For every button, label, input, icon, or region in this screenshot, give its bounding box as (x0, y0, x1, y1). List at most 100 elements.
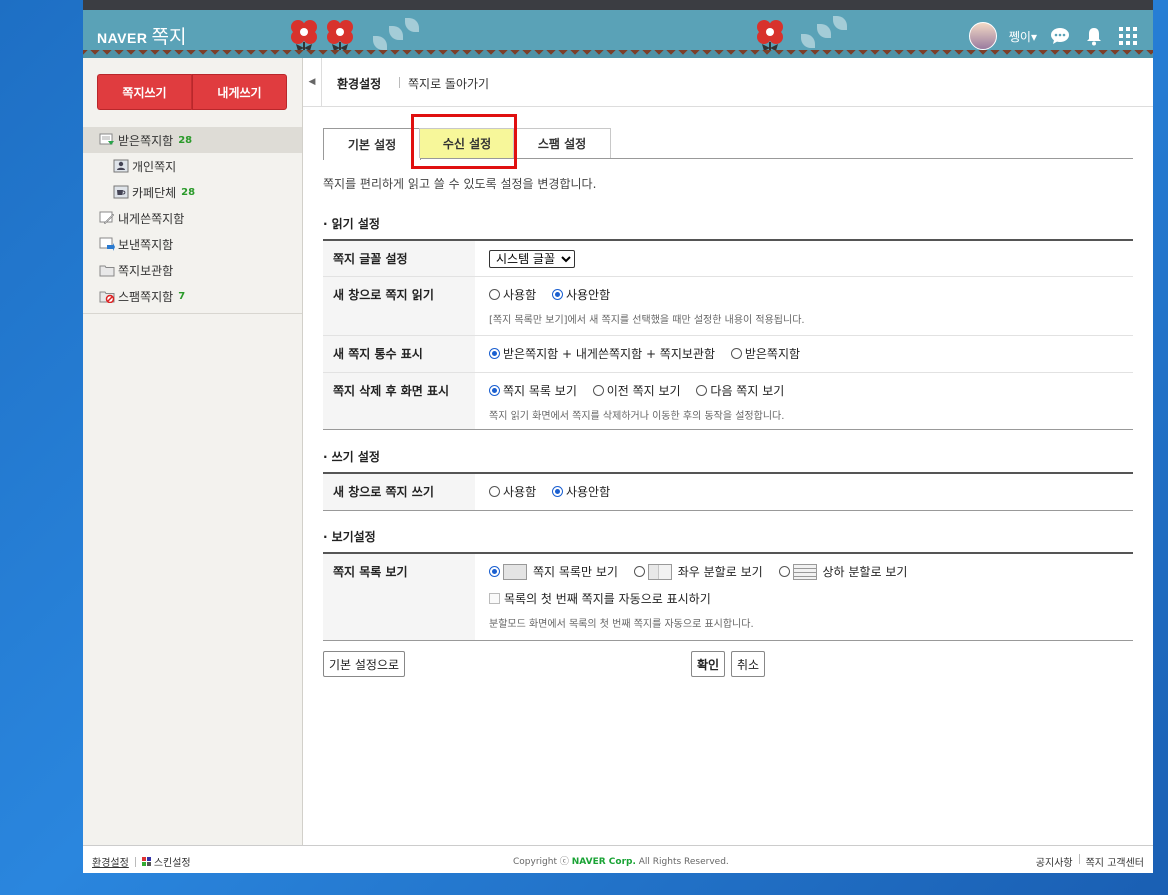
option-label: 상하 분할로 보기 (822, 565, 908, 579)
view-left-right-option[interactable]: 좌우 분할로 보기 (633, 563, 763, 580)
section-title-read: 읽기 설정 (323, 215, 380, 232)
folder-label: 스팸쪽지함 (118, 289, 174, 304)
flower-decoration-icon (327, 20, 353, 52)
setting-note: 쪽지 읽기 화면에서 쪽지를 삭제하거나 이동한 후의 동작을 설정합니다. (489, 411, 785, 422)
corp-name[interactable]: NAVER Corp. (572, 857, 636, 867)
radio-button[interactable] (730, 348, 742, 359)
checkbox[interactable] (489, 593, 500, 604)
browser-top-bar (83, 0, 1153, 10)
apps-grid-icon[interactable] (1117, 25, 1139, 47)
bell-icon[interactable] (1083, 25, 1105, 47)
chat-icon[interactable] (1049, 25, 1071, 47)
radio-button[interactable] (489, 289, 500, 300)
leaf-decoration-icon (801, 34, 815, 48)
setting-label: 새 창으로 쪽지 읽기 (323, 277, 475, 335)
naver-logo[interactable]: NAVER 쪽지 (97, 22, 186, 49)
radio-button[interactable] (489, 385, 500, 396)
flower-decoration-icon (291, 20, 317, 52)
radio-button[interactable] (592, 385, 604, 396)
reset-default-button[interactable]: 기본 설정으로 (323, 651, 406, 677)
sidebar-item-sent[interactable]: 보낸쪽지함 (83, 231, 302, 257)
back-to-notes-link[interactable]: 쪽지로 돌아가기 (408, 75, 489, 92)
write-settings-table: 새 창으로 쪽지 쓰기 사용함 사용안함 (323, 472, 1133, 511)
tab-basic-settings[interactable]: 기본 설정 (323, 128, 421, 160)
collapse-sidebar-button[interactable]: ◀ (303, 58, 322, 106)
header-pattern (83, 50, 1153, 58)
setting-label: 새 창으로 쪽지 쓰기 (323, 474, 475, 510)
sidebar-item-cafe-group[interactable]: 카페단체 28 (83, 179, 302, 205)
count-inbox-option[interactable]: 받은쪽지함 (730, 345, 801, 362)
inbox-icon (99, 133, 115, 147)
page-footer: 환경설정 스킨설정 Copyright ⓒ NAVER Corp. All Ri… (83, 845, 1153, 873)
folder-label: 쪽지보관함 (118, 263, 174, 278)
sidebar-item-self-notes[interactable]: 내게쓴쪽지함 (83, 205, 302, 231)
write-newwin-nouse-option[interactable]: 사용안함 (551, 483, 610, 500)
radio-button[interactable] (633, 566, 645, 577)
setting-value: 쪽지 목록 보기 이전 쪽지 보기 다음 쪽지 보기 쪽지 읽기 화면에서 쪽지… (475, 373, 1133, 429)
view-top-bottom-option[interactable]: 상하 분할로 보기 (778, 563, 908, 580)
sidebar-item-personal[interactable]: 개인쪽지 (83, 153, 302, 179)
option-label: 쪽지 목록만 보기 (533, 565, 618, 579)
notice-link[interactable]: 공지사항 (1036, 854, 1073, 869)
radio-button[interactable] (551, 486, 563, 497)
option-label: 쪽지 목록 보기 (503, 384, 577, 398)
after-next-option[interactable]: 다음 쪽지 보기 (696, 382, 784, 399)
write-note-button[interactable]: 쪽지쓰기 (97, 74, 192, 110)
list-only-icon (503, 563, 527, 580)
pencil-note-icon (99, 211, 115, 225)
cancel-button[interactable]: 취소 (731, 651, 766, 677)
leaf-decoration-icon (817, 24, 831, 38)
write-to-self-button[interactable]: 내게쓰기 (192, 74, 287, 110)
folder-label: 받은쪽지함 (118, 133, 174, 148)
setting-value: 쪽지 목록만 보기 좌우 분할로 보기 상하 분할로 보기 목록의 첫 번째 쪽… (475, 554, 1133, 640)
settings-link[interactable]: 환경설정 (92, 854, 129, 869)
read-newwin-use-option[interactable]: 사용함 (489, 286, 536, 303)
avatar[interactable] (968, 22, 997, 50)
triangle-left-icon: ◀ (308, 77, 316, 87)
sidebar-item-archive[interactable]: 쪽지보관함 (83, 257, 302, 283)
after-list-option[interactable]: 쪽지 목록 보기 (489, 382, 577, 399)
username-label: 쩽이 (1008, 29, 1031, 44)
spam-folder-icon (99, 289, 115, 304)
radio-button[interactable] (551, 289, 563, 300)
auto-show-option[interactable]: 목록의 첫 번째 쪽지를 자동으로 표시하기 (489, 590, 1133, 607)
leaf-decoration-icon (373, 36, 387, 50)
after-prev-option[interactable]: 이전 쪽지 보기 (592, 382, 681, 399)
folder-label: 내게쓴쪽지함 (118, 211, 185, 226)
view-list-only-option[interactable]: 쪽지 목록만 보기 (489, 563, 618, 580)
header-user-area: 쩽이▾ (968, 22, 1139, 50)
sidebar-item-inbox[interactable]: 받은쪽지함 28 (83, 127, 302, 153)
folder-list: 받은쪽지함 28 개인쪽지 카페단체 28 내게쓴쪽지함 보낸쪽지함 쪽지보관함… (83, 127, 302, 309)
count-all-option[interactable]: 받은쪽지함 + 내게쓴쪽지함 + 쪽지보관함 (489, 345, 715, 362)
write-newwin-use-option[interactable]: 사용함 (489, 483, 536, 500)
sidebar-item-spam[interactable]: 스팸쪽지함 7 (83, 283, 302, 309)
font-select[interactable]: 시스템 글꼴 (489, 250, 575, 268)
username-menu[interactable]: 쩽이▾ (1009, 28, 1037, 45)
read-newwin-nouse-option[interactable]: 사용안함 (551, 286, 610, 303)
person-icon (113, 159, 129, 173)
radio-button[interactable] (489, 566, 500, 577)
footer-divider (1078, 854, 1080, 864)
split-top-bottom-icon (792, 563, 817, 580)
folder-label: 보낸쪽지함 (118, 237, 174, 252)
skin-settings-link[interactable]: 스킨설정 (141, 854, 191, 869)
tab-receive-settings[interactable]: 수신 설정 (419, 128, 515, 158)
help-center-link[interactable]: 쪽지 고객센터 (1086, 854, 1144, 869)
leaf-decoration-icon (405, 18, 419, 32)
radio-button[interactable] (489, 348, 500, 359)
tab-spam-settings[interactable]: 스팸 설정 (513, 128, 611, 158)
confirm-button[interactable]: 확인 (691, 651, 726, 677)
split-left-right-icon (647, 563, 672, 580)
breadcrumb: ◀ 환경설정 쪽지로 돌아가기 (303, 58, 1153, 107)
unread-count: 7 (178, 290, 186, 302)
page-header: NAVER 쪽지 쩽이▾ (83, 10, 1153, 58)
radio-button[interactable] (696, 385, 708, 396)
radio-button[interactable] (778, 566, 790, 577)
setting-note: [쪽지 목록만 보기]에서 새 쪽지를 선택했을 때만 설정한 내용이 적용됩니… (489, 315, 805, 326)
option-label: 받은쪽지함 (744, 347, 801, 361)
sidebar: 쪽지쓰기 내게쓰기 받은쪽지함 28 개인쪽지 카페단체 28 내게쓴쪽지함 보… (83, 58, 303, 845)
radio-button[interactable] (489, 486, 500, 497)
copyright-prefix: Copyright ⓒ (513, 857, 569, 867)
folder-label: 개인쪽지 (132, 159, 177, 174)
setting-label: 쪽지 글꼴 설정 (323, 241, 475, 276)
